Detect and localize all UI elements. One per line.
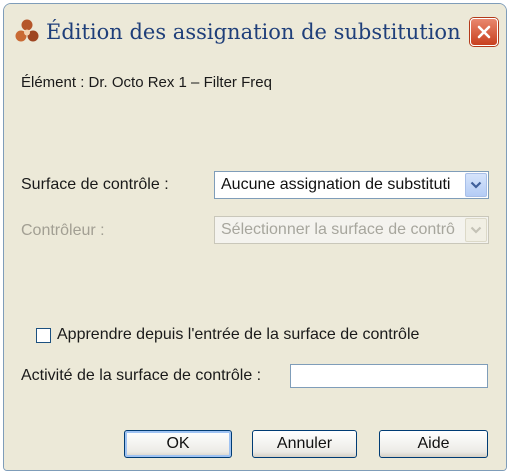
element-label: Élément : Dr. Octo Rex 1 – Filter Freq: [21, 74, 272, 91]
controller-dropdown-value: Sélectionner la surface de contrô: [221, 221, 455, 238]
surface-dropdown-arrow[interactable]: [465, 173, 487, 197]
controller-dropdown[interactable]: Sélectionner la surface de contrô: [214, 216, 489, 244]
chevron-down-icon: [470, 181, 482, 189]
learn-checkbox-label[interactable]: Apprendre depuis l'entrée de la surface …: [57, 326, 419, 344]
learn-checkbox[interactable]: [36, 328, 51, 343]
controller-label: Contrôleur :: [21, 222, 105, 239]
ok-button[interactable]: OK: [124, 430, 232, 458]
dialog-body: Élément : Dr. Octo Rex 1 – Filter Freq S…: [4, 58, 506, 470]
cancel-button[interactable]: Annuler: [252, 430, 357, 458]
activity-field: [290, 364, 488, 388]
chevron-down-icon: [470, 226, 482, 234]
surface-dropdown-value: Aucune assignation de substituti: [221, 176, 451, 193]
title-bar[interactable]: Édition des assignation de substitution: [4, 4, 506, 58]
surface-label: Surface de contrôle :: [21, 176, 169, 193]
close-button[interactable]: [470, 18, 498, 46]
help-button[interactable]: Aide: [379, 430, 488, 458]
close-icon: [477, 25, 491, 39]
edit-remote-override-dialog: Édition des assignation de substitution …: [3, 3, 507, 471]
surface-dropdown[interactable]: Aucune assignation de substituti: [214, 171, 489, 199]
controller-dropdown-arrow[interactable]: [465, 218, 487, 242]
reason-logo-icon: [15, 19, 39, 42]
activity-label: Activité de la surface de contrôle :: [21, 367, 262, 384]
dialog-title: Édition des assignation de substitution: [46, 20, 461, 44]
